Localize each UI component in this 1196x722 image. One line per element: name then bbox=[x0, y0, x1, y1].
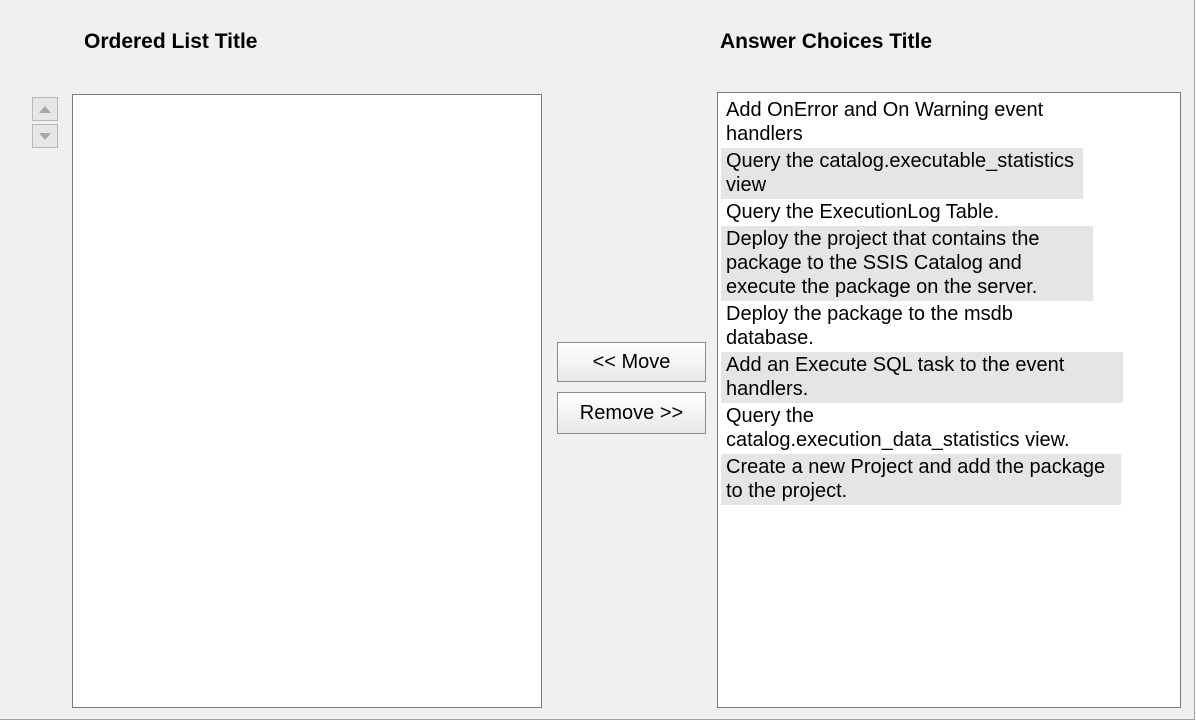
ordered-list-box[interactable] bbox=[72, 94, 542, 708]
arrow-down-icon bbox=[39, 132, 51, 140]
answer-choice-item[interactable]: Deploy the project that contains the pac… bbox=[721, 226, 1093, 301]
answer-choice-item[interactable]: Deploy the package to the msdb database. bbox=[721, 301, 1079, 352]
answer-choice-item[interactable]: Query the ExecutionLog Table. bbox=[721, 199, 1093, 226]
move-up-button[interactable] bbox=[32, 97, 58, 121]
answer-choice-item[interactable]: Query the catalog.executable_statistics … bbox=[721, 148, 1083, 199]
move-down-button[interactable] bbox=[32, 124, 58, 148]
ordering-question-panel: Ordered List Title Answer Choices Title … bbox=[0, 0, 1195, 720]
answer-choice-item[interactable]: Add an Execute SQL task to the event han… bbox=[721, 352, 1123, 403]
answer-choices-title: Answer Choices Title bbox=[720, 30, 933, 53]
answer-choice-item[interactable]: Query the catalog.execution_data_statist… bbox=[721, 403, 1083, 454]
ordered-list-title: Ordered List Title bbox=[84, 30, 258, 53]
answer-choice-item[interactable]: Add OnError and On Warning event handler… bbox=[721, 97, 1093, 148]
answer-choices-list[interactable]: Add OnError and On Warning event handler… bbox=[717, 92, 1181, 708]
move-button[interactable]: << Move bbox=[557, 342, 706, 382]
answer-choice-item[interactable]: Create a new Project and add the package… bbox=[721, 454, 1121, 505]
arrow-up-icon bbox=[39, 105, 51, 113]
remove-button[interactable]: Remove >> bbox=[557, 392, 706, 434]
